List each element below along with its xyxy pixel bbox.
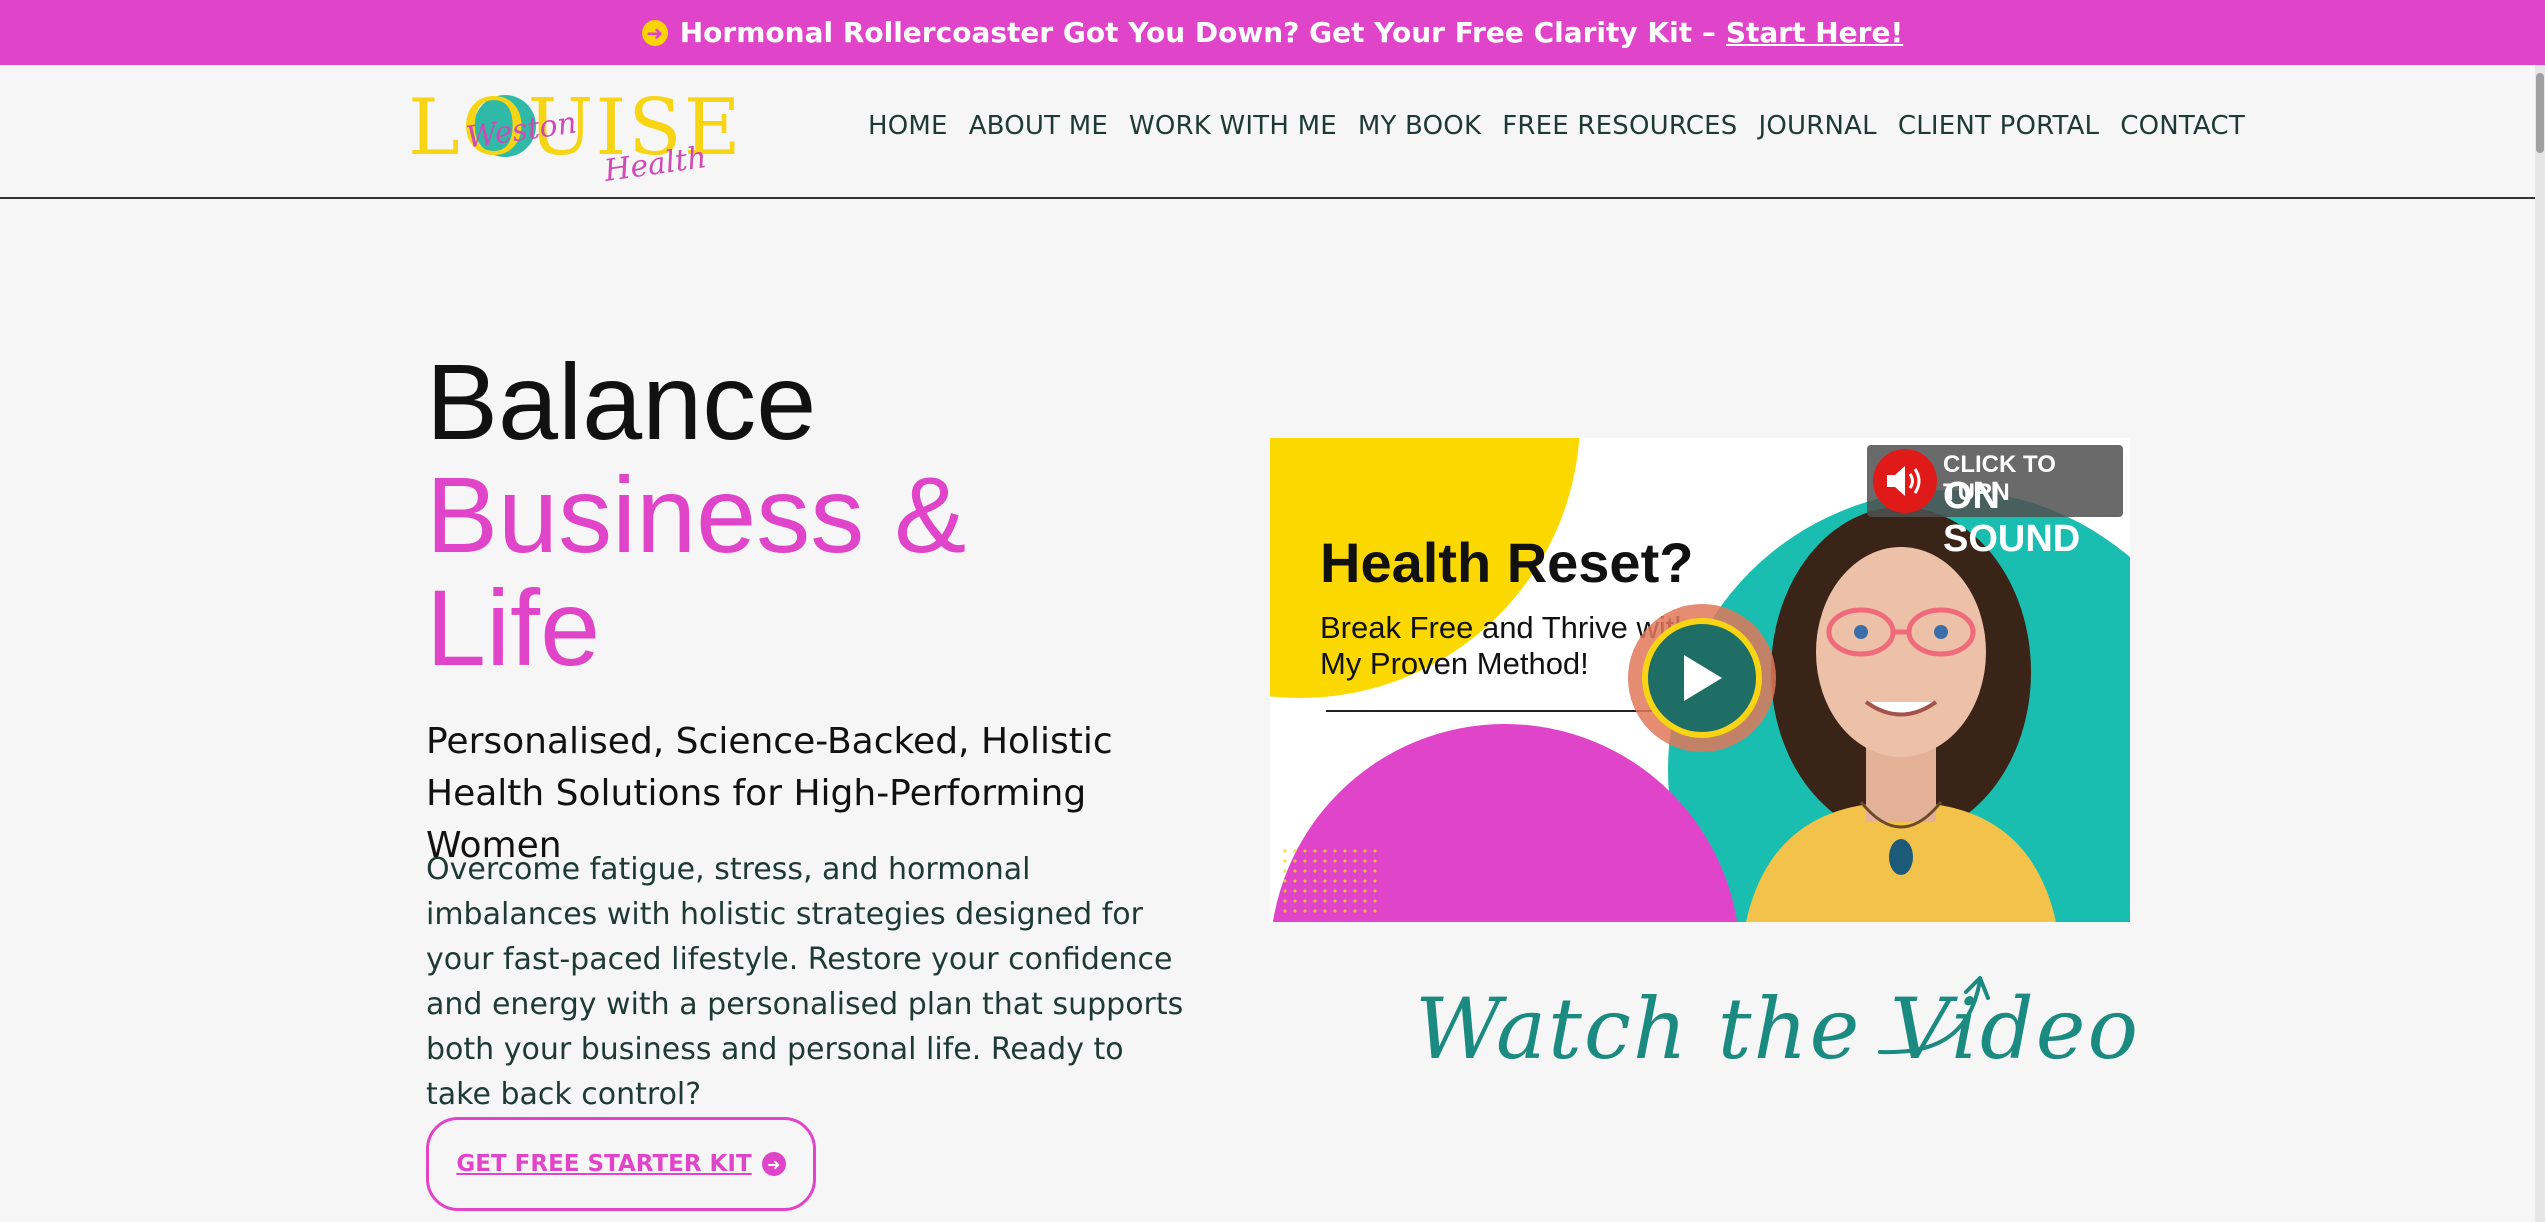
cta-label: GET FREE STARTER KIT — [456, 1151, 752, 1177]
nav-client-portal[interactable]: CLIENT PORTAL — [1898, 111, 2099, 141]
presenter-image — [1746, 507, 2056, 922]
banner-start-link[interactable]: Start Here! — [1726, 16, 1903, 49]
turn-on-sound-button[interactable]: CLICK TO TURN ON SOUND — [1867, 445, 2123, 560]
nav-journal[interactable]: JOURNAL — [1759, 111, 1877, 141]
scroll-thumb[interactable] — [2536, 73, 2544, 153]
top-promo-banner: ➜ Hormonal Rollercoaster Got You Down? G… — [0, 0, 2545, 65]
nav-home[interactable]: HOME — [868, 111, 948, 141]
nav-contact[interactable]: CONTACT — [2120, 111, 2245, 141]
video-divider — [1326, 710, 1666, 712]
hero-heading-line3: Life — [426, 567, 601, 688]
main-nav: HOME ABOUT ME WORK WITH ME MY BOOK FREE … — [868, 111, 2266, 141]
watch-video-label: Watch the Video — [1415, 980, 2141, 1078]
play-button[interactable] — [1628, 604, 1776, 752]
nav-free-resources[interactable]: FREE RESOURCES — [1502, 111, 1737, 141]
page-scrollbar[interactable] — [2535, 65, 2545, 1222]
speaker-icon — [1873, 449, 1937, 513]
arrow-circle-icon: ➜ — [641, 19, 668, 46]
arrow-circle-icon: ➜ — [761, 1152, 786, 1176]
site-logo[interactable]: LOUISE Weston Health — [408, 75, 741, 190]
hero-heading-line1: Balance — [426, 341, 817, 462]
nav-my-book[interactable]: MY BOOK — [1358, 111, 1481, 141]
curved-arrow-icon — [1878, 976, 1990, 1055]
play-icon — [1642, 618, 1762, 738]
hero-body: Overcome fatigue, stress, and hormonal i… — [426, 852, 1184, 1112]
dot-pattern — [1280, 846, 1380, 918]
site-header: LOUISE Weston Health HOME ABOUT ME WORK … — [0, 65, 2535, 199]
video-title: Health Reset? — [1320, 531, 1694, 594]
get-free-starter-kit-button[interactable]: GET FREE STARTER KIT ➜ — [426, 1117, 816, 1211]
banner-text: Hormonal Rollercoaster Got You Down? Get… — [679, 16, 1716, 49]
video-player[interactable]: Health Reset? Break Free and Thrive with… — [1270, 438, 2130, 922]
hero-heading: Balance Business & Life — [426, 345, 1126, 684]
sound-label-line2: ON SOUND — [1943, 475, 2081, 560]
hero-heading-line2: Business & — [426, 454, 967, 575]
nav-work-with-me[interactable]: WORK WITH ME — [1129, 111, 1337, 141]
nav-about-me[interactable]: ABOUT ME — [969, 111, 1108, 141]
